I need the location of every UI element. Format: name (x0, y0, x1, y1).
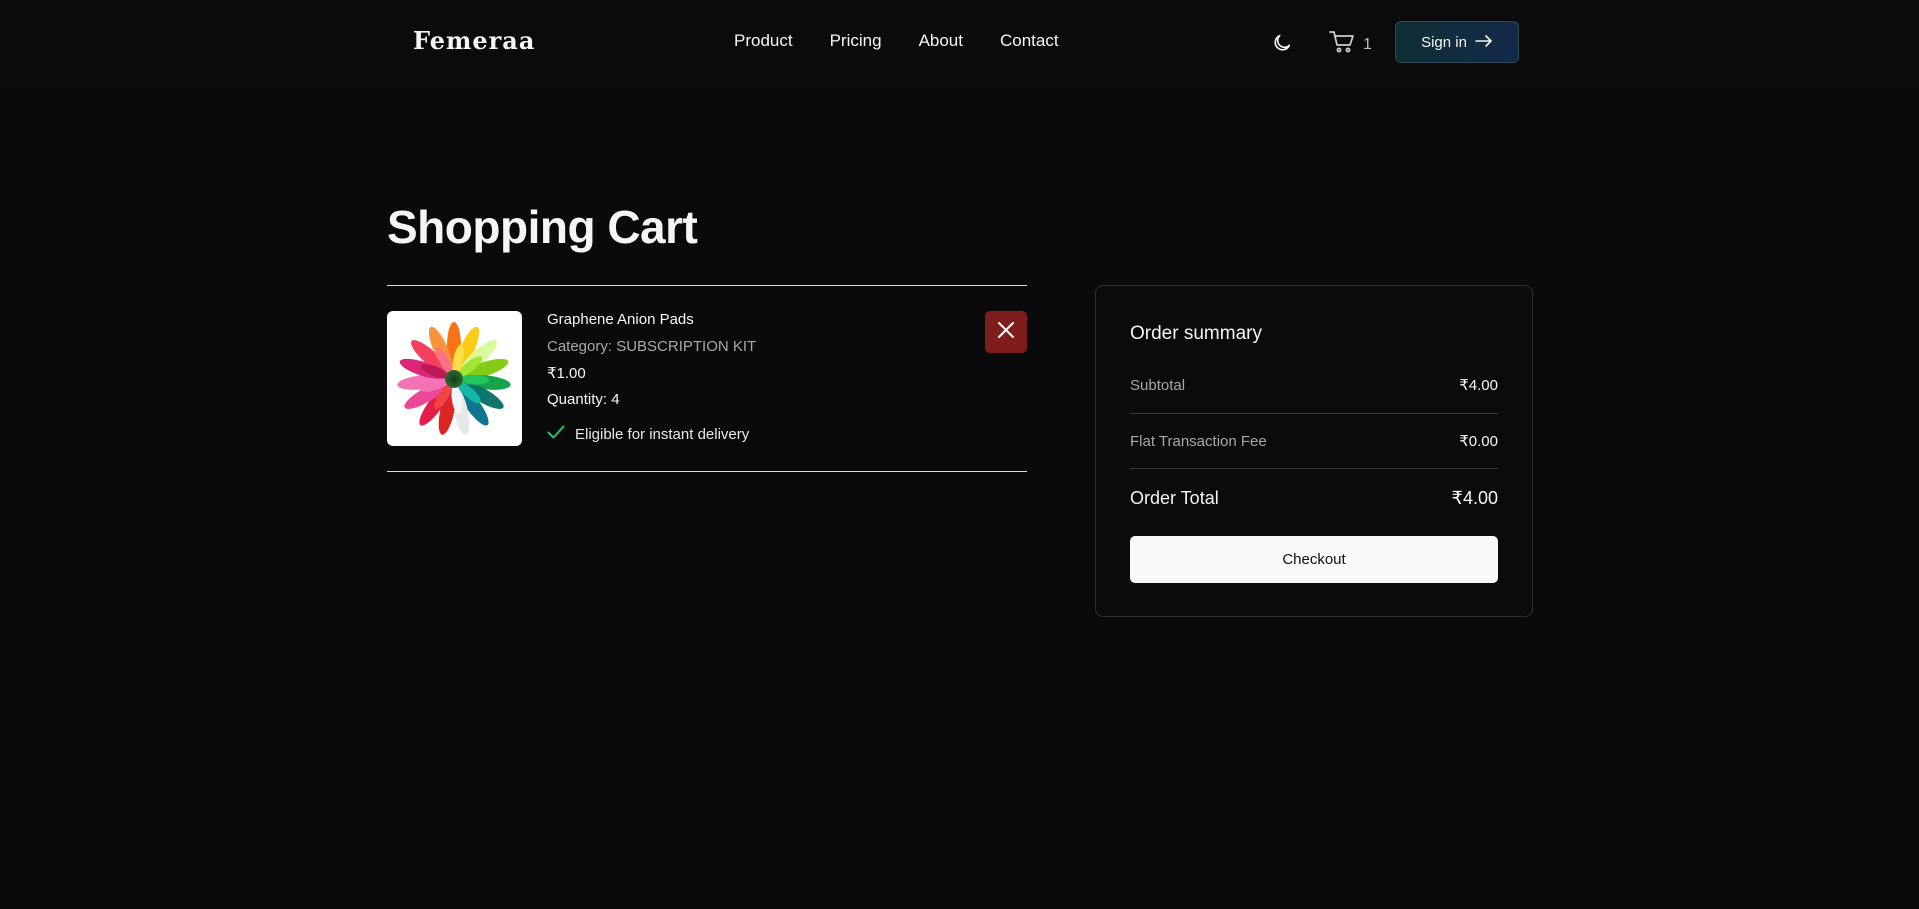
site-header: Femeraa Product Pricing About Contact 1 … (0, 0, 1919, 86)
product-category: Category: SUBSCRIPTION KIT (547, 338, 757, 355)
moon-icon[interactable] (1271, 32, 1293, 54)
cart-button[interactable]: 1 (1329, 30, 1372, 59)
summary-title: Order summary (1130, 323, 1262, 344)
total-label: Order Total (1130, 488, 1219, 508)
total-row: Order Total ₹4.00 (1130, 488, 1498, 509)
nav-contact[interactable]: Contact (1000, 31, 1059, 51)
cart-icon (1329, 30, 1355, 59)
subtotal-row: Subtotal ₹4.00 (1130, 376, 1498, 395)
cart-count: 1 (1363, 35, 1372, 53)
check-icon (547, 425, 565, 443)
sign-in-label: Sign in (1421, 33, 1467, 51)
order-summary: Order summary Subtotal ₹4.00 Flat Transa… (1095, 285, 1533, 617)
product-name[interactable]: Graphene Anion Pads (547, 311, 756, 328)
nav-pricing[interactable]: Pricing (830, 31, 882, 51)
main-nav: Product Pricing About Contact (734, 31, 1096, 51)
product-image[interactable] (387, 311, 522, 446)
nav-about[interactable]: About (919, 31, 963, 51)
total-value: ₹4.00 (1451, 488, 1499, 508)
product-quantity: Quantity: 4 (547, 391, 620, 408)
fee-row: Flat Transaction Fee ₹0.00 (1130, 432, 1498, 451)
nav-product[interactable]: Product (734, 31, 793, 51)
divider (1130, 413, 1498, 414)
logo[interactable]: Femeraa (413, 26, 535, 55)
subtotal-value: ₹4.00 (1459, 377, 1498, 394)
delivery-label: Eligible for instant delivery (575, 425, 750, 443)
remove-item-button[interactable] (985, 311, 1027, 353)
sign-in-button[interactable]: Sign in (1395, 21, 1519, 63)
cart-item: Graphene Anion Pads Category: SUBSCRIPTI… (387, 286, 1027, 471)
fee-label: Flat Transaction Fee (1130, 432, 1267, 450)
cart-list: Graphene Anion Pads Category: SUBSCRIPTI… (387, 285, 1027, 472)
page-title: Shopping Cart (387, 201, 698, 253)
divider (1130, 468, 1498, 469)
product-price: ₹1.00 (547, 365, 586, 382)
fee-value: ₹0.00 (1459, 433, 1498, 450)
delivery-status: Eligible for instant delivery (547, 425, 756, 443)
item-info: Graphene Anion Pads Category: SUBSCRIPTI… (547, 311, 756, 443)
arrow-right-icon (1475, 34, 1493, 51)
close-icon (997, 321, 1015, 344)
checkout-button[interactable]: Checkout (1130, 536, 1498, 583)
subtotal-label: Subtotal (1130, 376, 1186, 394)
